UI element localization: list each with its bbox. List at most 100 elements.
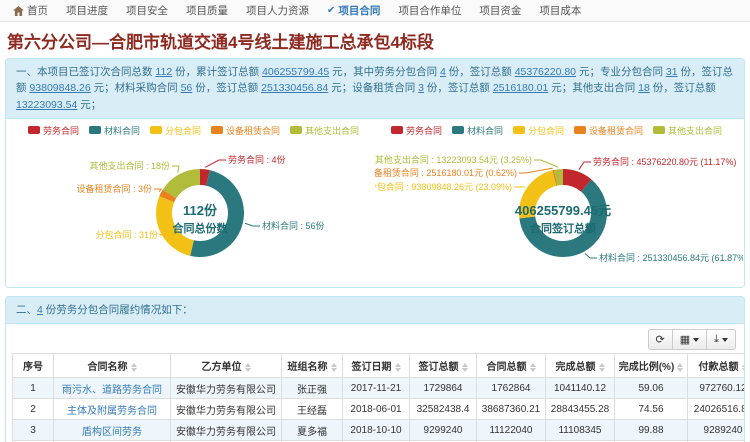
summary-count-link[interactable]: 56 xyxy=(181,82,193,94)
column-header[interactable]: 班组名称 xyxy=(282,354,343,378)
table-cell: 3 xyxy=(13,420,54,441)
column-header-label: 签订日期 xyxy=(352,362,392,373)
label-leader-line xyxy=(154,189,161,192)
summary-text: 元；设备租赁合同 xyxy=(328,82,418,94)
slice-label: 劳务合同 : 45376220.80元 (11.17%) xyxy=(593,156,736,167)
legend-label: 其他支出合同 xyxy=(305,124,359,137)
nav-item[interactable]: 项目安全 xyxy=(117,0,177,21)
sort-icon xyxy=(462,363,468,372)
donut-center-value: 406255799.45元 xyxy=(515,203,611,218)
donut-chart: 劳务合同 : 45376220.80元 (11.17%)材料合同 : 25133… xyxy=(375,137,743,285)
table-cell: 28843455.28 xyxy=(546,399,615,420)
table-cell: 安徽华力劳务有限公司 xyxy=(171,420,282,441)
nav-item[interactable]: 项目合作单位 xyxy=(389,0,470,21)
charts-panel-body: 劳务合同材料合同分包合同设备租赁合同其他支出合同劳务合同 : 4份材料合同 : … xyxy=(6,119,744,287)
legend-item[interactable]: 其他支出合同 xyxy=(290,124,359,137)
legend-label: 设备租赁合同 xyxy=(589,124,643,137)
columns-button[interactable]: ▦ xyxy=(672,329,707,350)
nav-item-label: 项目质量 xyxy=(186,3,228,18)
refresh-button[interactable]: ⟳ xyxy=(648,329,673,350)
legend-marker xyxy=(290,126,302,134)
summary-text: 二、 xyxy=(16,304,37,316)
nav-item[interactable]: 项目质量 xyxy=(177,0,237,21)
column-header[interactable]: 付款总额 xyxy=(688,354,746,378)
legend-label: 材料合同 xyxy=(467,124,503,137)
column-header[interactable]: 签订总额 xyxy=(410,354,477,378)
labor-contracts-panel: 二、4 份劳务分包合同履约情况如下： ⟳▦⤓ 序号合同名称乙方单位班组名称签订日… xyxy=(5,296,745,442)
donut-center-value: 112份 xyxy=(183,203,218,218)
column-header[interactable]: 完成比例(%) xyxy=(615,354,688,378)
legend-item[interactable]: 材料合同 xyxy=(452,124,503,137)
contract-name-link[interactable]: 盾构区间劳务 xyxy=(82,427,142,438)
nav-item[interactable]: 首页 xyxy=(4,0,57,21)
summary-text: 元；材料采购合同 xyxy=(91,82,181,94)
donut-chart: 劳务合同 : 4份材料合同 : 56份分包合同 : 31份设备租赁合同 : 3份… xyxy=(12,137,380,285)
column-header[interactable]: 合同总额 xyxy=(477,354,546,378)
slice-label: 其他支出合同 : 18份 xyxy=(89,160,170,171)
table-cell: 1 xyxy=(13,378,54,399)
legend-marker xyxy=(89,126,101,134)
legend-item[interactable]: 分包合同 xyxy=(513,124,564,137)
sort-icon xyxy=(245,363,251,372)
summary-count-link[interactable]: 406255799.45 xyxy=(262,66,329,78)
table-cell: 9289240 xyxy=(688,420,746,441)
table-cell: 11122040 xyxy=(477,420,546,441)
legend-item[interactable]: 其他支出合同 xyxy=(653,124,722,137)
nav-item[interactable]: ✔项目合同 xyxy=(318,0,389,21)
contract-name-link[interactable]: 雨污水、道路劳务合同 xyxy=(62,385,162,396)
legend-marker xyxy=(211,126,223,134)
table-cell: 王经磊 xyxy=(282,399,343,420)
nav-item[interactable]: 项目人力资源 xyxy=(237,0,318,21)
summary-count-link[interactable]: 2516180.01 xyxy=(493,82,548,94)
label-leader-line xyxy=(534,160,558,167)
summary-count-link[interactable]: 93809848.26 xyxy=(29,82,90,94)
summary-text: 元；其他支出合同 xyxy=(548,82,638,94)
column-header[interactable]: 完成总额 xyxy=(546,354,615,378)
label-leader-line xyxy=(579,162,591,170)
table-body: 1雨污水、道路劳务合同安徽华力劳务有限公司张正强2017-11-21172986… xyxy=(13,378,746,442)
summary-text: 份，签订总额 xyxy=(446,66,515,78)
summary-text: 份，签订总额 xyxy=(650,82,716,94)
check-icon: ✔ xyxy=(327,5,335,16)
contract-count-chart: 劳务合同材料合同分包合同设备租赁合同其他支出合同劳务合同 : 4份材料合同 : … xyxy=(12,121,375,285)
legend-marker xyxy=(391,126,403,134)
summary-count-link[interactable]: 18 xyxy=(638,82,650,94)
labor-contracts-table: 序号合同名称乙方单位班组名称签订日期签订总额合同总额完成总额完成比例(%)付款总… xyxy=(12,353,745,442)
legend-item[interactable]: 材料合同 xyxy=(89,124,140,137)
nav-item[interactable]: 项目进度 xyxy=(57,0,117,21)
table-cell: 安徽华力劳务有限公司 xyxy=(171,378,282,399)
page-title: 第六分公司—合肥市轨道交通4号线土建施工总承包4标段 xyxy=(7,28,743,53)
legend-item[interactable]: 分包合同 xyxy=(150,124,201,137)
nav-item[interactable]: 项目资金 xyxy=(470,0,530,21)
summary-count-link[interactable]: 112 xyxy=(155,66,172,78)
export-icon: ⤓ xyxy=(714,333,719,346)
summary-count-link[interactable]: 45376220.80 xyxy=(515,66,576,78)
home-icon xyxy=(13,6,24,16)
donut-center-label: 合同签订总额 xyxy=(530,221,596,235)
legend-marker xyxy=(150,126,162,134)
legend-label: 劳务合同 xyxy=(43,124,79,137)
column-header[interactable]: 乙方单位 xyxy=(171,354,282,378)
table-panel-body: ⟳▦⤓ 序号合同名称乙方单位班组名称签订日期签订总额合同总额完成总额完成比例(%… xyxy=(6,324,744,442)
sort-icon xyxy=(131,363,137,372)
contract-name-link[interactable]: 主体及附属劳务合同 xyxy=(67,406,157,417)
nav-item[interactable]: 项目成本 xyxy=(530,0,590,21)
nav-item-label: 项目人力资源 xyxy=(246,3,309,18)
legend-item[interactable]: 劳务合同 xyxy=(391,124,442,137)
column-header-label: 签订总额 xyxy=(419,362,459,373)
legend-label: 分包合同 xyxy=(528,124,564,137)
summary-count-link[interactable]: 31 xyxy=(666,66,678,78)
column-header[interactable]: 合同名称 xyxy=(54,354,171,378)
column-header[interactable]: 签订日期 xyxy=(343,354,410,378)
legend-item[interactable]: 设备租赁合同 xyxy=(574,124,643,137)
export-button[interactable]: ⤓ xyxy=(706,329,736,350)
table-cell: 1041140.12 xyxy=(546,378,615,399)
summary-text: 份，签订总额 xyxy=(424,82,493,94)
summary-text: 份，累计签订总额 xyxy=(172,66,262,78)
label-leader-line xyxy=(585,253,597,258)
column-header-label: 乙方单位 xyxy=(202,362,242,373)
summary-count-link[interactable]: 251330456.84 xyxy=(261,82,328,94)
legend-item[interactable]: 劳务合同 xyxy=(28,124,79,137)
summary-count-link[interactable]: 13223093.54 xyxy=(16,99,77,111)
legend-item[interactable]: 设备租赁合同 xyxy=(211,124,280,137)
